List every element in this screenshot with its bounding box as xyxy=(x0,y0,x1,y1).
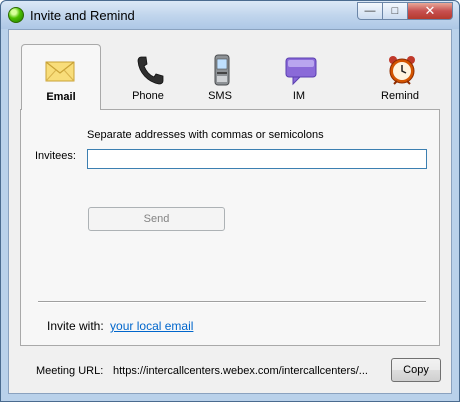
close-button[interactable]: ✕ xyxy=(408,2,453,20)
chat-bubble-icon xyxy=(285,57,317,86)
invite-with-row: Invite with: your local email xyxy=(47,319,193,333)
window-controls: — □ ✕ xyxy=(357,2,453,20)
mobile-phone-icon xyxy=(214,54,230,86)
webex-globe-icon xyxy=(8,7,24,23)
local-email-link[interactable]: your local email xyxy=(110,319,193,333)
phone-icon xyxy=(137,56,164,85)
copy-button[interactable]: Copy xyxy=(391,358,441,382)
dialog-body: Email Phone SMS IM Remind Separate addre… xyxy=(8,29,452,394)
tab-bar: Email Phone SMS IM Remind xyxy=(9,30,451,110)
tab-remind-label: Remind xyxy=(381,90,419,102)
tab-phone[interactable]: Phone xyxy=(112,52,184,106)
meeting-url-label: Meeting URL: xyxy=(36,365,104,377)
tab-sms-label: SMS xyxy=(208,90,232,102)
send-button[interactable]: Send xyxy=(88,207,225,231)
envelope-icon xyxy=(45,61,75,82)
window-title: Invite and Remind xyxy=(30,8,135,23)
divider xyxy=(38,301,426,303)
minimize-button[interactable]: — xyxy=(357,2,383,20)
footer: Meeting URL: https://intercallcenters.we… xyxy=(9,350,451,392)
meeting-url-value: https://intercallcenters.webex.com/inter… xyxy=(113,365,368,377)
invitees-label: Invitees: xyxy=(35,150,76,162)
invite-with-label: Invite with: xyxy=(47,319,104,333)
tab-sms[interactable]: SMS xyxy=(184,52,256,106)
tab-phone-label: Phone xyxy=(132,90,164,102)
tab-im-label: IM xyxy=(292,90,306,102)
alarm-clock-icon xyxy=(389,56,415,85)
invitees-input[interactable] xyxy=(87,149,427,169)
tab-email[interactable]: Email xyxy=(21,44,101,110)
tab-remind[interactable]: Remind xyxy=(364,52,436,106)
email-panel: Separate addresses with commas or semico… xyxy=(20,109,440,346)
address-hint: Separate addresses with commas or semico… xyxy=(87,129,324,141)
maximize-button[interactable]: □ xyxy=(383,2,408,20)
invite-remind-window: Invite and Remind — □ ✕ Email Phone SMS … xyxy=(0,0,460,402)
tab-email-label: Email xyxy=(46,91,76,103)
tab-im[interactable]: IM xyxy=(263,52,335,106)
title-bar[interactable]: Invite and Remind — □ ✕ xyxy=(1,1,459,29)
